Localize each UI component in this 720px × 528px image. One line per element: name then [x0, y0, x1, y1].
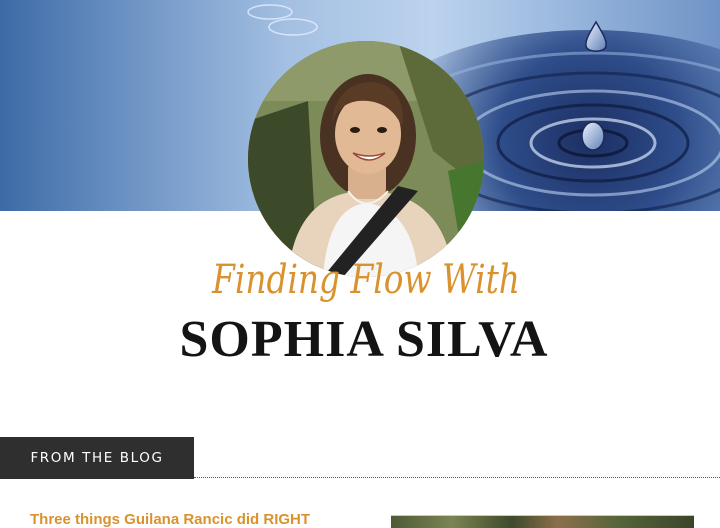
- site-title: SOPHIA SILVA: [179, 311, 549, 368]
- profile-photo: [248, 41, 484, 277]
- page: Finding Flow With SOPHIA SILVA FROM THE …: [0, 0, 720, 528]
- script-subtitle: Finding Flow With: [212, 257, 520, 303]
- profile-avatar: [248, 41, 484, 277]
- section-divider: [194, 477, 720, 478]
- blog-post-thumbnail[interactable]: [391, 515, 694, 528]
- blog-post-title-link[interactable]: Three things Guilana Rancic did RIGHT: [30, 511, 310, 528]
- from-the-blog-tab[interactable]: FROM THE BLOG: [0, 437, 194, 479]
